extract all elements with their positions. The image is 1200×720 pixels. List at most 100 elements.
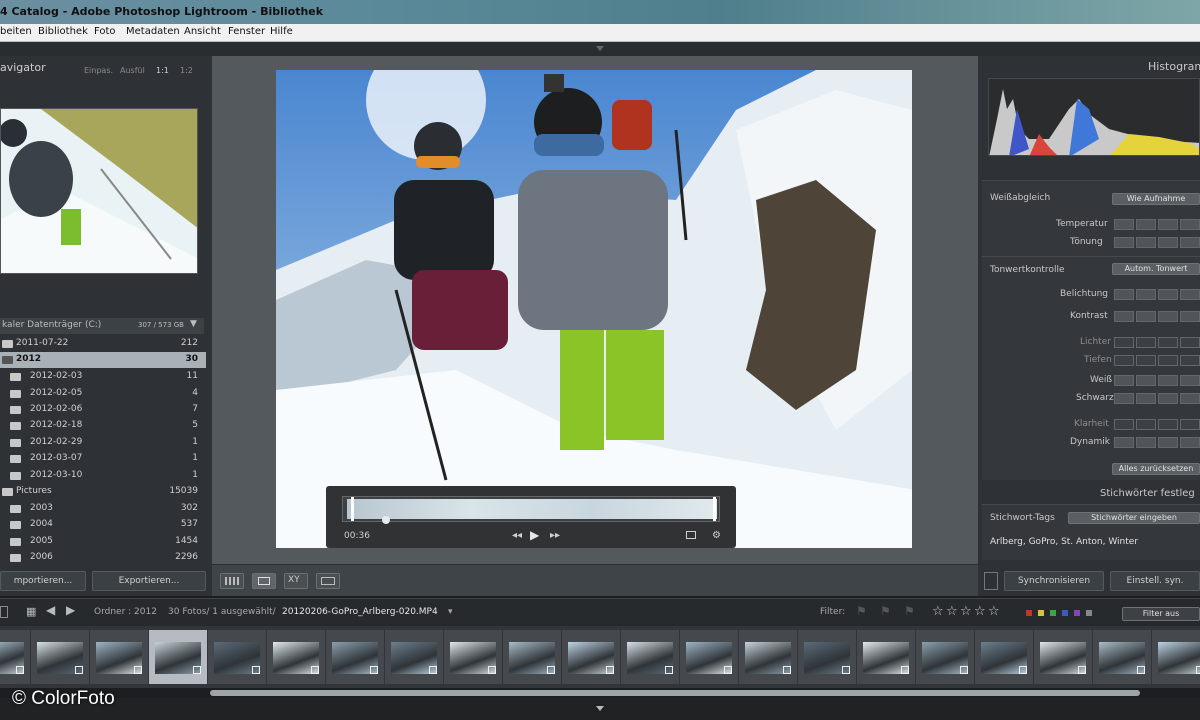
forward-arrow-icon[interactable]: ▶	[66, 603, 75, 617]
temperature-down[interactable]	[1136, 219, 1156, 230]
folder-row[interactable]: 2004 537	[0, 517, 206, 533]
contrast-step[interactable]	[1180, 311, 1200, 322]
exposure-step[interactable]	[1114, 289, 1134, 300]
contrast-step[interactable]	[1136, 311, 1156, 322]
tint-up-more[interactable]	[1180, 237, 1200, 248]
tint-up[interactable]	[1158, 237, 1178, 248]
secondary-window-icon[interactable]	[0, 606, 8, 618]
grid-view-button[interactable]	[220, 573, 244, 589]
sync-settings-button[interactable]: Einstell. syn.	[1110, 571, 1200, 591]
zoom-1-2[interactable]: 1:2	[180, 66, 193, 75]
synchronize-button[interactable]: Synchronisieren	[1004, 571, 1104, 591]
filmstrip-thumbnail[interactable]	[326, 630, 384, 684]
highlights-step[interactable]	[1180, 337, 1200, 348]
color-label-none[interactable]	[1086, 610, 1092, 616]
filmstrip-scrollbar[interactable]	[210, 690, 1140, 696]
whites-step[interactable]	[1180, 375, 1200, 386]
contrast-step[interactable]	[1114, 311, 1134, 322]
highlights-step[interactable]	[1136, 337, 1156, 348]
filmstrip-thumbnail[interactable]	[267, 630, 325, 684]
back-arrow-icon[interactable]: ◀	[46, 603, 55, 617]
filmstrip-thumbnail[interactable]	[0, 630, 30, 684]
collapse-top-icon[interactable]	[596, 46, 604, 51]
blacks-step[interactable]	[1158, 393, 1178, 404]
star-icon[interactable]: ☆	[960, 604, 972, 619]
filmstrip-thumbnail[interactable]	[621, 630, 679, 684]
zoom-fit[interactable]: Einpas.	[84, 66, 113, 75]
volume-collapse-icon[interactable]: ▼	[190, 319, 197, 329]
filmstrip-thumbnail[interactable]	[1093, 630, 1151, 684]
filmstrip-thumbnail[interactable]	[385, 630, 443, 684]
blacks-step[interactable]	[1180, 393, 1200, 404]
trim-start-handle[interactable]	[351, 497, 354, 521]
shadows-step[interactable]	[1136, 355, 1156, 366]
filmstrip-thumbnail-selected[interactable]	[149, 630, 207, 684]
tint-down-more[interactable]	[1114, 237, 1134, 248]
bottom-panel-toggle-strip[interactable]	[0, 698, 1200, 720]
folder-row-selected[interactable]: 2012 30	[0, 352, 206, 368]
whites-step[interactable]	[1158, 375, 1178, 386]
video-settings-gear-icon[interactable]: ⚙	[712, 530, 721, 541]
menu-bibliothek[interactable]: Bibliothek	[38, 26, 88, 37]
menu-foto[interactable]: Foto	[94, 26, 116, 37]
collapse-bottom-icon[interactable]	[596, 706, 604, 711]
color-label-yellow[interactable]	[1038, 610, 1044, 616]
folder-row[interactable]: 2005 1454	[0, 534, 206, 550]
filmstrip-thumbnail[interactable]	[916, 630, 974, 684]
menu-metadaten[interactable]: Metadaten	[126, 26, 180, 37]
star-icon[interactable]: ☆	[988, 604, 1000, 619]
main-photo[interactable]	[276, 70, 912, 548]
compare-view-button[interactable]: XY	[284, 573, 308, 589]
star-icon[interactable]: ☆	[974, 604, 986, 619]
white-balance-dropdown[interactable]: Wie Aufnahme	[1112, 193, 1200, 205]
folder-row[interactable]: 2003 302	[0, 501, 206, 517]
navigator-header[interactable]: avigator Einpas. Ausfül 1:1 1:2	[0, 60, 212, 80]
filmstrip-thumbnail[interactable]	[739, 630, 797, 684]
contrast-step[interactable]	[1158, 311, 1178, 322]
filmstrip-thumbnail[interactable]	[444, 630, 502, 684]
sync-toggle-icon[interactable]	[984, 572, 998, 590]
filter-preset-dropdown[interactable]: Filter aus	[1122, 607, 1200, 621]
shadows-step[interactable]	[1158, 355, 1178, 366]
star-icon[interactable]: ☆	[946, 604, 958, 619]
filename-dropdown-icon[interactable]: ▾	[448, 607, 453, 617]
highlights-step[interactable]	[1114, 337, 1134, 348]
keyword-tags-mode-dropdown[interactable]: Stichwörter eingeben	[1068, 512, 1200, 524]
color-label-red[interactable]	[1026, 610, 1032, 616]
folder-row[interactable]: 2006 2296	[0, 550, 206, 566]
vibrance-step[interactable]	[1158, 437, 1178, 448]
keyword-tags-value[interactable]: Arlberg, GoPro, St. Anton, Winter	[990, 537, 1138, 547]
next-frame-icon[interactable]: ▸▸	[550, 530, 560, 541]
exposure-step[interactable]	[1136, 289, 1156, 300]
menu-bearbeiten[interactable]: beiten	[0, 26, 32, 37]
filmstrip-thumbnail[interactable]	[503, 630, 561, 684]
filmstrip-thumbnail[interactable]	[208, 630, 266, 684]
grid-icon[interactable]: ▦	[26, 605, 36, 618]
filmstrip-thumbnail[interactable]	[1152, 630, 1200, 684]
trim-end-handle[interactable]	[713, 497, 716, 521]
current-filename[interactable]: 20120206-GoPro_Arlberg-020.MP4	[282, 607, 438, 617]
folder-row[interactable]: 2012-03-07 1	[0, 451, 206, 467]
survey-view-button[interactable]	[316, 573, 340, 589]
blacks-step[interactable]	[1114, 393, 1134, 404]
top-panel-toggle-strip[interactable]	[0, 42, 1200, 56]
filmstrip-thumbnail[interactable]	[680, 630, 738, 684]
video-frame-strip[interactable]	[342, 496, 720, 522]
menu-ansicht[interactable]: Ansicht	[184, 26, 221, 37]
filmstrip-thumbnail[interactable]	[562, 630, 620, 684]
folders-volume-header[interactable]: kaler Datenträger (C:) 307 / 573 GB ▼	[0, 318, 204, 334]
vibrance-step[interactable]	[1114, 437, 1134, 448]
folder-row[interactable]: 2011-07-22 212	[0, 336, 206, 352]
tint-down[interactable]	[1136, 237, 1156, 248]
folder-row[interactable]: 2012-02-03 11	[0, 369, 206, 385]
zoom-1-1[interactable]: 1:1	[156, 66, 169, 75]
temperature-down-more[interactable]	[1114, 219, 1134, 230]
menu-hilfe[interactable]: Hilfe	[270, 26, 293, 37]
clarity-step[interactable]	[1158, 419, 1178, 430]
filmstrip-thumbnail[interactable]	[31, 630, 89, 684]
loupe-view-button[interactable]	[252, 573, 276, 589]
color-label-purple[interactable]	[1074, 610, 1080, 616]
navigator-preview[interactable]	[0, 108, 198, 274]
flag-filter-icon[interactable]: ⚑	[856, 604, 867, 618]
vibrance-step[interactable]	[1180, 437, 1200, 448]
